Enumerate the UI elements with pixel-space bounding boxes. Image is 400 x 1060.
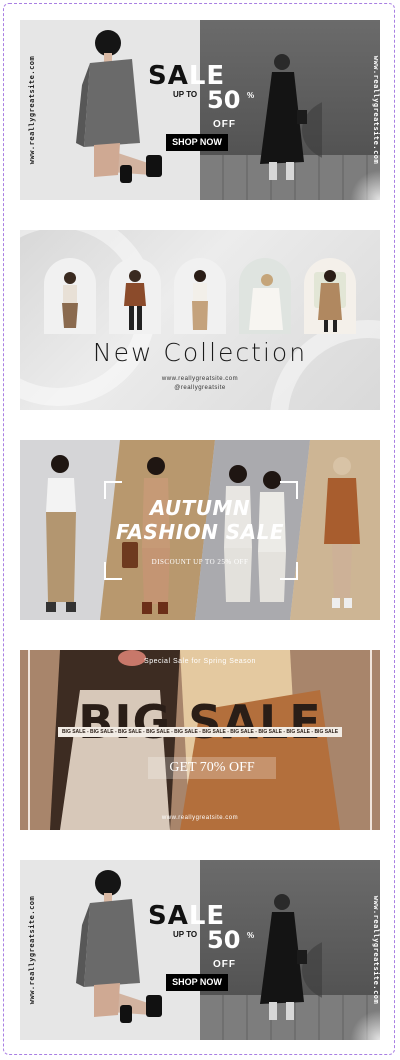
big-sale-headline: BIG SALE	[78, 695, 322, 749]
model-kneeling-image	[76, 30, 162, 183]
autumn-sale-banner[interactable]: AUTUMN FASHION SALE DISCOUNT UP TO 25% O…	[20, 440, 380, 620]
shop-now-button[interactable]: SHOP NOW	[166, 134, 228, 151]
website-vertical-left[interactable]: www.reallygreatsite.com	[28, 896, 36, 1004]
website-vertical-right[interactable]: www.reallygreatsite.com	[372, 896, 380, 1004]
sale-banner-top[interactable]: www.reallygreatsite.com www.reallygreats…	[20, 20, 380, 200]
website-vertical-right[interactable]: www.reallygreatsite.com	[372, 56, 380, 164]
up-to-label: UP TO	[173, 90, 198, 99]
autumn-title-line2: FASHION SALE	[115, 520, 285, 544]
sale-title-dark: SA	[148, 61, 189, 91]
offer-box[interactable]: GET 70% OFF	[148, 757, 276, 779]
big-sale-website[interactable]: www.reallygreatsite.com	[20, 815, 380, 821]
big-sale-ticker: BIG SALE - BIG SALE - BIG SALE - BIG SAL…	[58, 727, 342, 737]
model-white-tee-image	[46, 455, 76, 612]
model-rust-coat-image	[324, 457, 360, 608]
percent-sign: %	[247, 931, 255, 940]
autumn-discount-text: DISCOUNT UP TO 25% OFF	[151, 558, 249, 566]
new-collection-banner[interactable]: New Collection www.reallygreatsite.com @…	[20, 230, 380, 410]
collection-handle[interactable]: @reallygreatsite	[20, 385, 380, 391]
collection-photo-1[interactable]	[44, 258, 96, 334]
website-vertical-left[interactable]: www.reallygreatsite.com	[28, 56, 36, 164]
discount-percent: 50	[207, 86, 241, 114]
collection-headline: New Collection	[92, 338, 308, 367]
up-to-label: UP TO	[173, 930, 198, 939]
off-label: OFF	[213, 959, 236, 970]
big-sale-tagline: Special Sale for Spring Season	[144, 658, 256, 665]
collection-photo-3[interactable]	[174, 258, 226, 334]
collection-photo-5[interactable]	[304, 258, 356, 334]
big-sale-banner[interactable]: Special Sale for Spring Season BIG SALE …	[20, 650, 380, 830]
discount-percent: 50	[207, 926, 241, 954]
collection-website[interactable]: www.reallygreatsite.com	[20, 376, 380, 382]
shop-now-button[interactable]: SHOP NOW	[166, 974, 228, 991]
sale-title-dark: SA	[148, 901, 189, 931]
autumn-title-line1: AUTUMN	[149, 496, 251, 520]
sale-banner-bottom[interactable]: www.reallygreatsite.com www.reallygreats…	[20, 860, 380, 1040]
percent-sign: %	[247, 91, 255, 100]
off-label: OFF	[213, 119, 236, 130]
model-black-coat-image	[260, 894, 322, 1020]
collection-photo-4[interactable]	[239, 258, 291, 334]
collection-photo-2[interactable]	[109, 258, 161, 334]
model-kneeling-image	[76, 870, 162, 1023]
model-black-coat-image	[260, 54, 322, 180]
